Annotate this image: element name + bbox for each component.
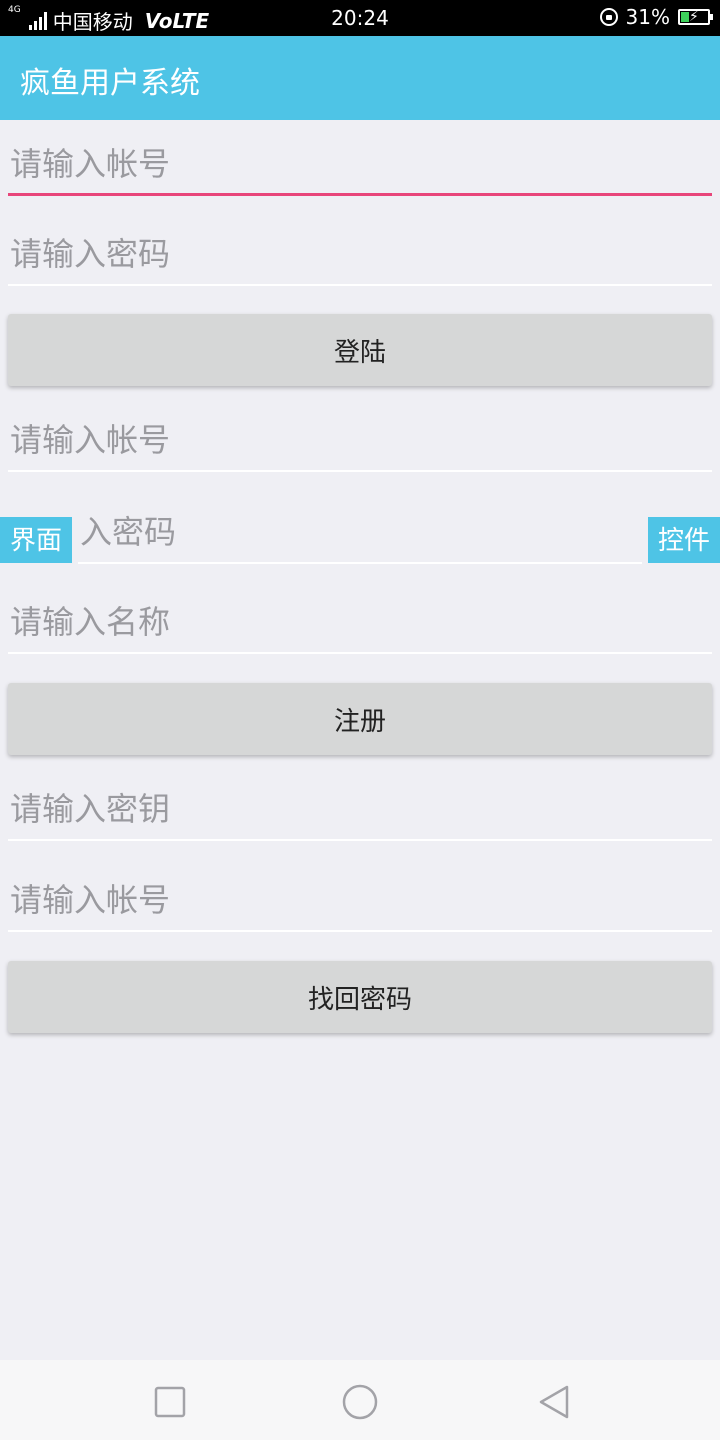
charging-icon: ⚡ bbox=[689, 9, 699, 25]
back-triangle-icon[interactable] bbox=[534, 1382, 574, 1422]
rotation-lock-icon bbox=[599, 8, 618, 26]
register-password-field[interactable] bbox=[78, 504, 646, 564]
battery-percent: 31% bbox=[625, 5, 670, 29]
overlay-tag-widget[interactable]: 控件 bbox=[647, 517, 720, 563]
overlay-tag-interface[interactable]: 界面 bbox=[0, 517, 73, 563]
login-account-input[interactable] bbox=[8, 136, 716, 192]
recover-account-input[interactable] bbox=[8, 872, 716, 928]
login-password-input[interactable] bbox=[8, 226, 716, 282]
recover-password-button[interactable]: 找回密码 bbox=[8, 961, 712, 1033]
login-password-field[interactable] bbox=[8, 226, 716, 286]
login-button[interactable]: 登陆 bbox=[8, 314, 712, 386]
navigation-bar bbox=[0, 1360, 720, 1440]
app-bar: 疯鱼用户系统 bbox=[0, 36, 720, 120]
recover-account-field[interactable] bbox=[8, 872, 716, 932]
battery-icon: ⚡ bbox=[678, 9, 713, 25]
register-name-field[interactable] bbox=[8, 594, 716, 654]
register-password-input[interactable] bbox=[78, 504, 646, 560]
recover-key-field[interactable] bbox=[8, 781, 716, 841]
register-account-field[interactable] bbox=[8, 412, 716, 472]
status-right: 31% ⚡ bbox=[599, 5, 713, 29]
circle-icon[interactable] bbox=[340, 1382, 380, 1422]
register-account-input[interactable] bbox=[8, 412, 716, 468]
register-name-input[interactable] bbox=[8, 594, 716, 650]
status-bar: 4G 中国移动 VoLTE 20:24 31% ⚡ bbox=[0, 0, 720, 36]
square-icon[interactable] bbox=[150, 1382, 190, 1422]
app-title: 疯鱼用户系统 bbox=[20, 66, 200, 101]
recover-key-input[interactable] bbox=[8, 781, 716, 837]
register-button[interactable]: 注册 bbox=[8, 683, 712, 755]
login-account-field[interactable] bbox=[8, 136, 716, 196]
battery-fill bbox=[681, 12, 689, 22]
